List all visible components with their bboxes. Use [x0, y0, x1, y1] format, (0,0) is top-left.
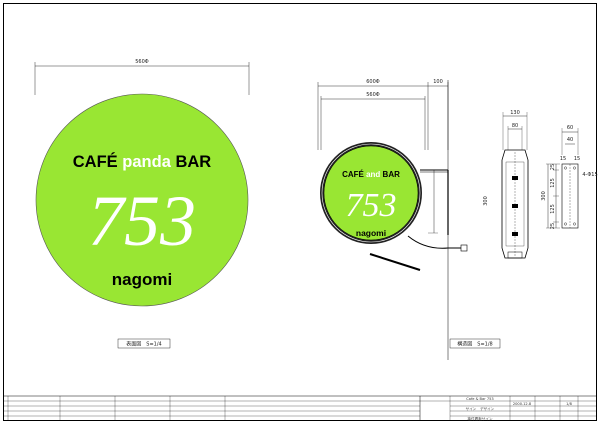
side-outer-label: 600Φ [366, 79, 380, 85]
plate-seg-a-label: 15 [560, 156, 566, 162]
power-cable [407, 235, 462, 249]
front-nagomi-text: nagomi [112, 270, 172, 289]
section-inner-label: 80 [512, 123, 518, 129]
plate-seg-b-label: 15 [574, 156, 580, 162]
plate-inner-label: 40 [567, 137, 573, 143]
plate-v4-label: 25 [550, 223, 556, 229]
side-number-753: 753 [346, 187, 397, 224]
bracket-height-label: 300 [483, 196, 489, 206]
title-date: 2000.12.8 [513, 402, 532, 406]
plate-v2-label: 125 [550, 178, 556, 188]
front-number-753: 753 [88, 181, 196, 261]
side-cafe-bar-text: CAFÉ and BAR [342, 170, 400, 179]
plate-v3-label: 125 [550, 204, 556, 214]
front-width-label: 560Φ [135, 59, 149, 65]
structure-dimensions: 600Φ 100 560Φ [317, 79, 449, 150]
title-project: Cafe & Bar 753 [466, 397, 493, 401]
front-caption: 表面図 S=1/4 [117, 338, 171, 349]
mounting-plate: 60 40 15 15 4-Φ15 300 25 125 125 25 [541, 125, 598, 229]
svg-text:表面図 S=1/4: 表面図 S=1/4 [126, 341, 161, 348]
plate-top-label: 60 [567, 125, 573, 131]
plate-v1-label: 25 [550, 164, 556, 170]
side-nagomi-text: nagomi [356, 228, 386, 238]
structure-caption: 構造図 S=1/8 [449, 338, 501, 349]
drawing-canvas: 560Φ CAFÉ panda BAR 753 nagomi 表面図 S=1/4… [3, 59, 598, 421]
front-cafe-bar-text: CAFÉ panda BAR [73, 152, 212, 171]
bracket-height-dimension: 300 [428, 169, 489, 234]
section-top-label: 130 [510, 110, 520, 116]
side-arm-label: 100 [433, 79, 443, 85]
title-sign: サイン デザイン [466, 406, 495, 411]
plate-hole-label: 4-Φ15 [582, 172, 597, 178]
side-inner-label: 560Φ [366, 92, 380, 98]
title-block: Cafe & Bar 753 サイン デザイン 袖付看板サイン 2000.12.… [3, 395, 597, 421]
cable-plug [460, 244, 468, 252]
title-scale: 1/8 [566, 402, 572, 406]
front-dimension: 560Φ [34, 59, 250, 95]
title-drawing: 袖付看板サイン [467, 416, 493, 421]
section-view: 130 80 [501, 110, 529, 259]
svg-text:構造図 S=1/8: 構造図 S=1/8 [457, 341, 492, 348]
plate-total-label: 300 [541, 191, 547, 201]
